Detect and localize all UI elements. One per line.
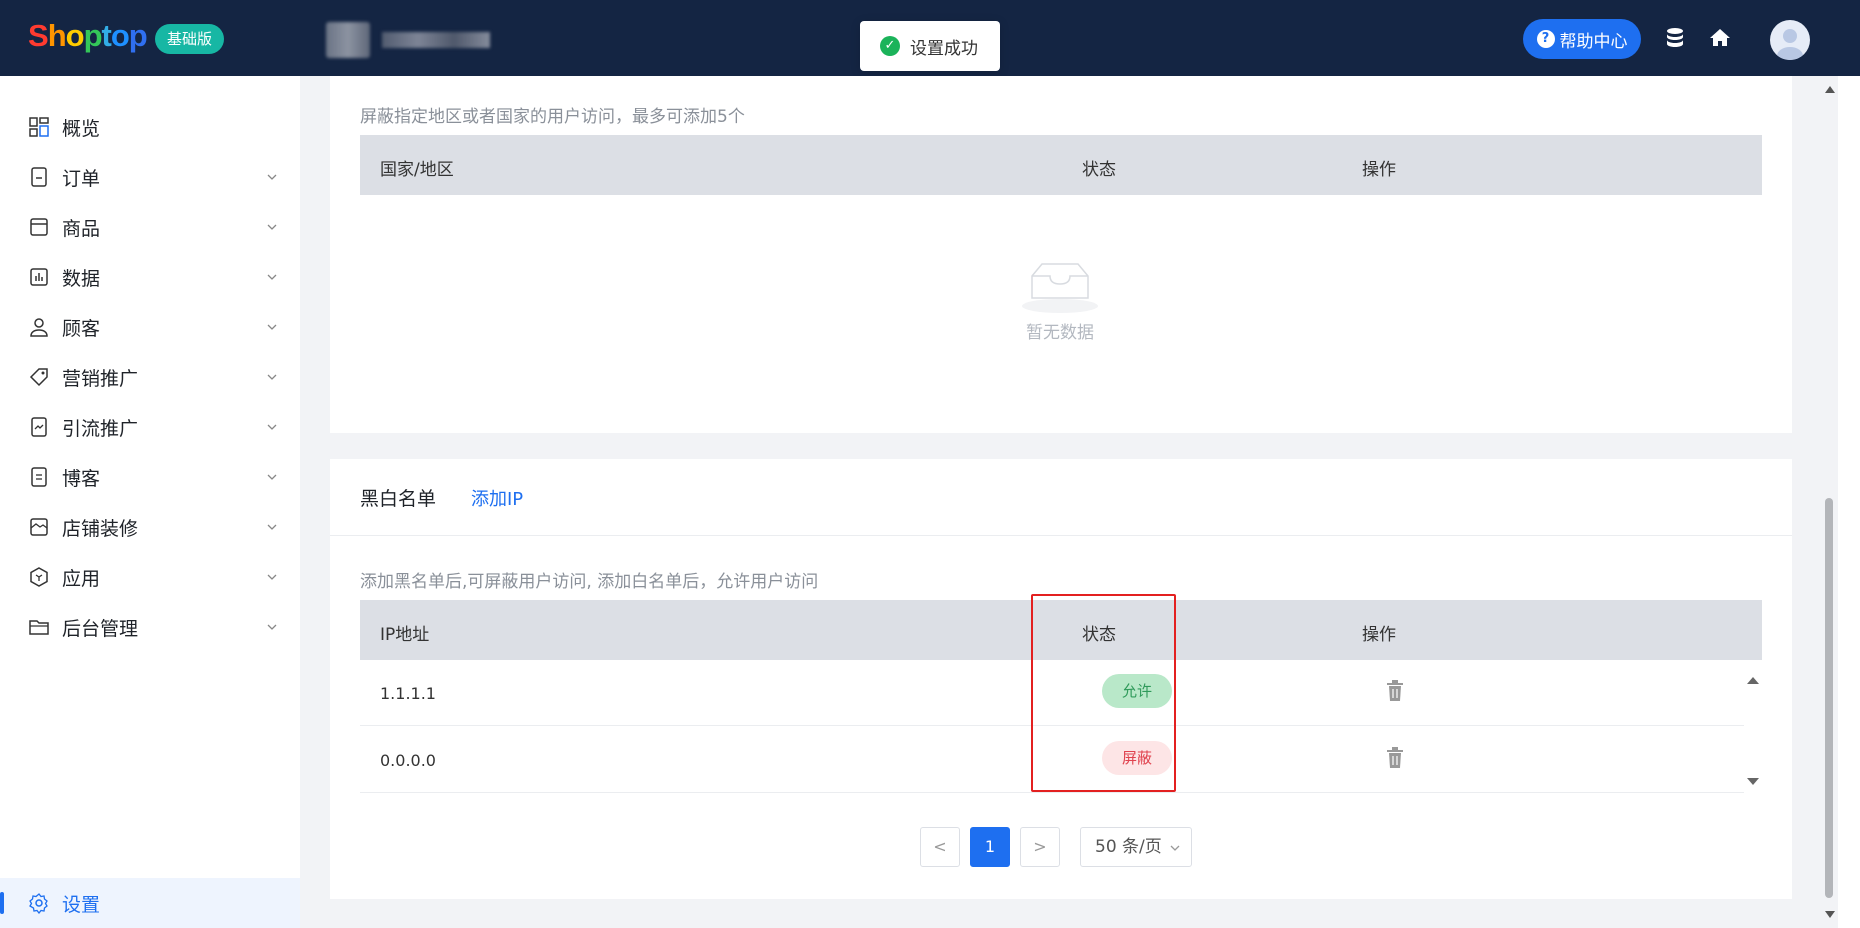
ip-value: 1.1.1.1	[380, 684, 436, 703]
col-country: 国家/地区	[380, 160, 454, 180]
gear-icon	[29, 893, 48, 914]
sidebar-item-overview[interactable]: 概览	[0, 102, 300, 152]
sidebar-item-marketing[interactable]: 营销推广	[0, 352, 300, 402]
card-title: 黑白名单	[360, 488, 437, 510]
chevron-down-icon	[267, 524, 277, 530]
page-size-select[interactable]: 50 条/页	[1080, 827, 1192, 867]
sidebar-item-label: 设置	[62, 893, 101, 916]
store-avatar-blurred	[326, 22, 370, 58]
order-icon	[31, 167, 47, 187]
add-ip-link[interactable]: 添加IP	[471, 485, 523, 511]
traffic-icon	[31, 417, 47, 437]
person-icon	[30, 318, 48, 337]
ip-note: 添加黑名单后,可屏蔽用户访问, 添加白名单后，允许用户访问	[360, 572, 819, 592]
sidebar-item-blog[interactable]: 博客	[0, 452, 300, 502]
col-status: 状态	[1082, 160, 1116, 180]
divider	[330, 535, 1792, 536]
region-block-card: 屏蔽指定地区或者国家的用户访问，最多可添加5个 国家/地区 状态 操作 暂无数据	[330, 76, 1792, 433]
trash-icon[interactable]	[1385, 747, 1405, 769]
chevron-down-icon	[267, 374, 277, 380]
region-table-header: 国家/地区 状态 操作	[360, 135, 1762, 195]
chevron-down-icon	[267, 474, 277, 480]
chevron-down-icon	[267, 574, 277, 580]
shoptop-logo[interactable]: Shoptop	[28, 18, 148, 54]
top-header: Shoptop 基础版 ✓ 设置成功 ? 帮助中心	[0, 0, 1860, 76]
chevron-down-icon	[267, 274, 277, 280]
user-avatar[interactable]	[1770, 20, 1810, 60]
question-icon: ?	[1536, 30, 1555, 48]
sidebar-item-label: 博客	[62, 467, 101, 490]
dashboard-icon	[29, 117, 49, 137]
page-scroll-gutter	[1838, 76, 1860, 928]
sidebar-item-label: 顾客	[62, 317, 101, 340]
prev-page-button[interactable]: <	[920, 827, 960, 867]
annotation-highlight-box	[1031, 594, 1176, 792]
sidebar-item-settings[interactable]: 设置	[0, 878, 300, 928]
sidebar-item-label: 商品	[62, 217, 101, 240]
database-icon[interactable]	[1663, 26, 1687, 50]
sidebar-item-label: 应用	[62, 567, 101, 590]
next-page-button[interactable]: >	[1020, 827, 1060, 867]
chevron-down-icon	[1170, 845, 1180, 851]
empty-text: 暂无数据	[1026, 323, 1094, 343]
sidebar-item-orders[interactable]: 订单	[0, 152, 300, 202]
sidebar: 概览 订单 商品 数据 顾客 营销推广 引流推广 博客 店铺装修 应用 后台管理…	[0, 76, 300, 928]
chart-icon	[30, 268, 48, 286]
help-center-label: 帮助中心	[1559, 31, 1628, 52]
chevron-down-icon	[267, 324, 277, 330]
sidebar-item-label: 概览	[62, 117, 101, 140]
plan-badge: 基础版	[155, 24, 225, 54]
sidebar-item-traffic[interactable]: 引流推广	[0, 402, 300, 452]
help-center-button[interactable]: ? 帮助中心	[1523, 19, 1641, 59]
page-scroll-up-icon[interactable]	[1824, 84, 1836, 94]
sidebar-item-products[interactable]: 商品	[0, 202, 300, 252]
sidebar-item-admin[interactable]: 后台管理	[0, 602, 300, 652]
sidebar-item-label: 后台管理	[62, 617, 139, 640]
sidebar-item-label: 订单	[62, 167, 101, 190]
chevron-down-icon	[267, 624, 277, 630]
page-scrollbar-thumb[interactable]	[1825, 498, 1833, 898]
user-icon	[1777, 29, 1803, 60]
sidebar-item-apps[interactable]: 应用	[0, 552, 300, 602]
sidebar-item-label: 营销推广	[62, 367, 139, 390]
toast-text: 设置成功	[910, 38, 978, 59]
sidebar-item-data[interactable]: 数据	[0, 252, 300, 302]
folder-icon	[29, 620, 49, 635]
chevron-down-icon	[267, 174, 277, 180]
blog-icon	[31, 467, 47, 487]
sidebar-item-store-design[interactable]: 店铺装修	[0, 502, 300, 552]
apps-icon	[30, 567, 48, 587]
sidebar-item-label: 引流推广	[62, 417, 139, 440]
product-icon	[30, 218, 48, 236]
home-icon[interactable]	[1708, 26, 1732, 50]
sidebar-item-label: 数据	[62, 267, 101, 290]
empty-inbox-icon	[1022, 263, 1098, 313]
table-scroll-down-icon[interactable]	[1744, 776, 1762, 788]
chevron-down-icon	[267, 224, 277, 230]
page-size-value: 50 条/页	[1095, 837, 1162, 857]
page-scroll-down-icon[interactable]	[1824, 910, 1836, 920]
store-name-blurred	[382, 32, 490, 48]
page-1-button[interactable]: 1	[970, 827, 1010, 867]
region-note: 屏蔽指定地区或者国家的用户访问，最多可添加5个	[360, 107, 745, 127]
check-circle-icon: ✓	[880, 36, 900, 56]
col-action: 操作	[1362, 625, 1396, 645]
table-scroll-up-icon[interactable]	[1744, 674, 1762, 686]
chevron-down-icon	[267, 424, 277, 430]
tag-icon	[29, 368, 48, 387]
storefront-icon	[30, 518, 48, 536]
trash-icon[interactable]	[1385, 680, 1405, 702]
ip-value: 0.0.0.0	[380, 751, 436, 770]
success-toast: ✓ 设置成功	[860, 21, 1000, 71]
sidebar-item-label: 店铺装修	[62, 517, 139, 540]
col-ip: IP地址	[380, 625, 430, 645]
sidebar-item-customers[interactable]: 顾客	[0, 302, 300, 352]
col-action: 操作	[1362, 160, 1396, 180]
